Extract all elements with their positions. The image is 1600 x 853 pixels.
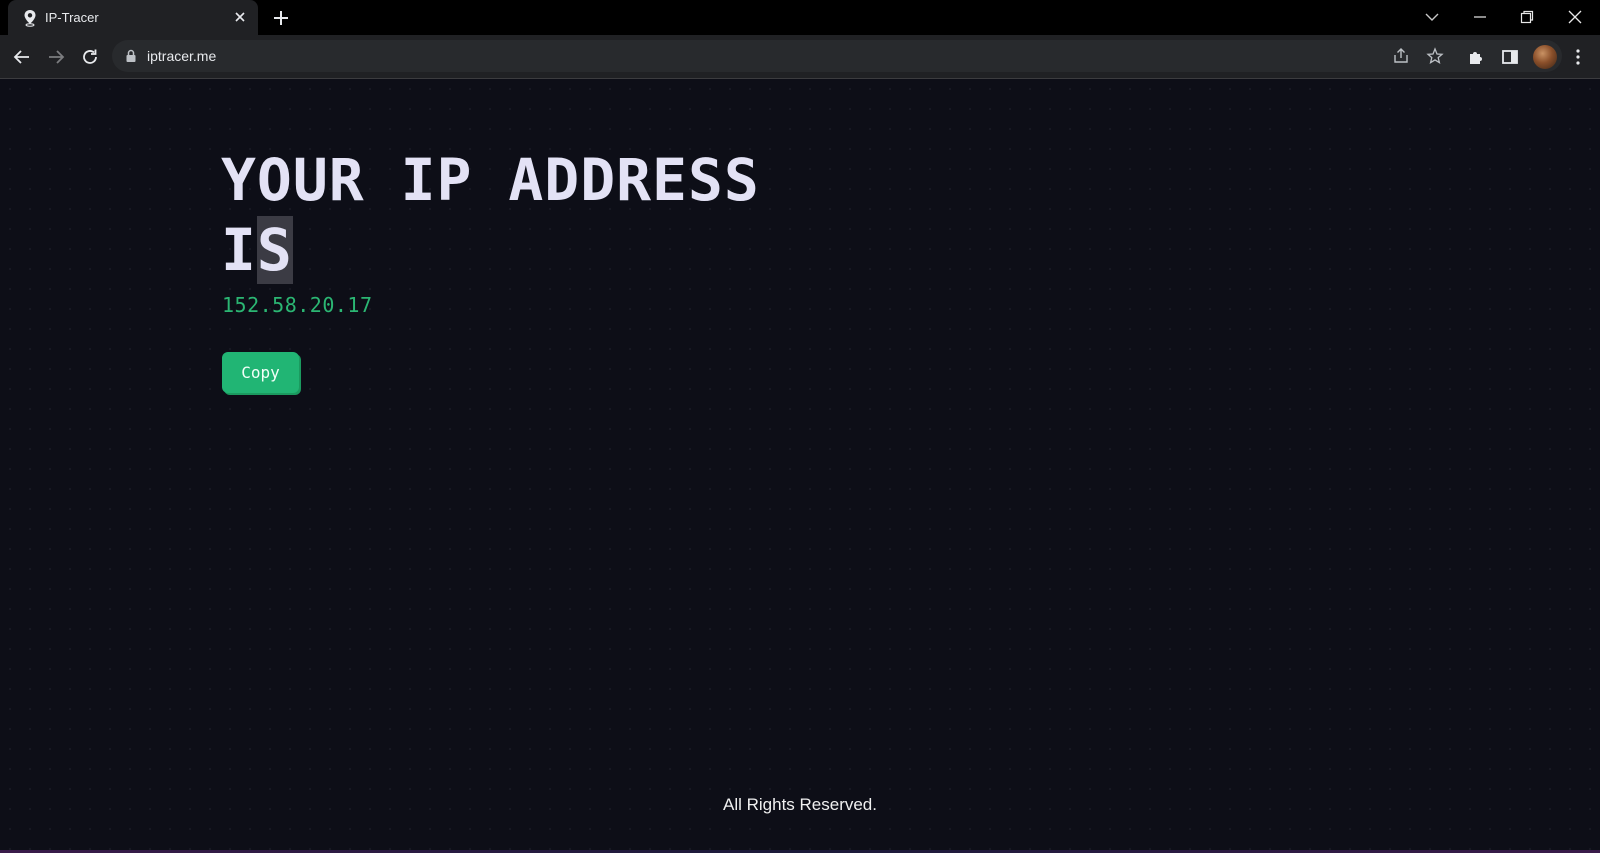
browser-tab[interactable]: IP-Tracer xyxy=(8,0,258,35)
heading-letter-i: I xyxy=(221,216,257,284)
page-heading: YOUR IP ADDRESS IS xyxy=(221,145,760,285)
tab-strip: IP-Tracer xyxy=(0,0,1600,35)
minimize-icon[interactable] xyxy=(1471,8,1489,26)
close-tab-icon[interactable] xyxy=(232,9,248,25)
new-tab-plus-icon[interactable] xyxy=(272,9,290,27)
bookmark-star-icon[interactable] xyxy=(1426,47,1444,65)
restore-icon[interactable] xyxy=(1518,8,1536,26)
ip-address-value: 152.58.20.17 xyxy=(222,293,373,317)
address-bar[interactable]: iptracer.me xyxy=(112,40,1562,72)
share-icon[interactable] xyxy=(1392,47,1410,65)
location-pin-icon xyxy=(24,10,36,27)
side-panel-icon[interactable] xyxy=(1500,47,1520,67)
heading-line-1: YOUR IP ADDRESS xyxy=(221,146,760,214)
page-content: YOUR IP ADDRESS IS 152.58.20.17 Copy All… xyxy=(0,79,1600,853)
lock-icon[interactable] xyxy=(125,49,137,63)
close-window-icon[interactable] xyxy=(1566,8,1584,26)
footer-text: All Rights Reserved. xyxy=(722,795,877,814)
profile-avatar[interactable] xyxy=(1533,45,1557,69)
more-menu-icon[interactable] xyxy=(1568,47,1588,67)
back-arrow-icon[interactable] xyxy=(12,47,32,67)
heading-line-2: IS xyxy=(221,215,760,285)
copy-button[interactable]: Copy xyxy=(222,352,299,393)
url-text[interactable]: iptracer.me xyxy=(147,48,216,64)
forward-arrow-icon[interactable] xyxy=(46,47,66,67)
browser-toolbar: iptracer.me xyxy=(0,35,1600,78)
reload-icon[interactable] xyxy=(80,47,100,67)
extensions-puzzle-icon[interactable] xyxy=(1466,47,1486,67)
tab-title: IP-Tracer xyxy=(45,10,99,25)
tab-search-chevron-icon[interactable] xyxy=(1423,8,1441,26)
typing-cursor-letter: S xyxy=(256,216,293,284)
